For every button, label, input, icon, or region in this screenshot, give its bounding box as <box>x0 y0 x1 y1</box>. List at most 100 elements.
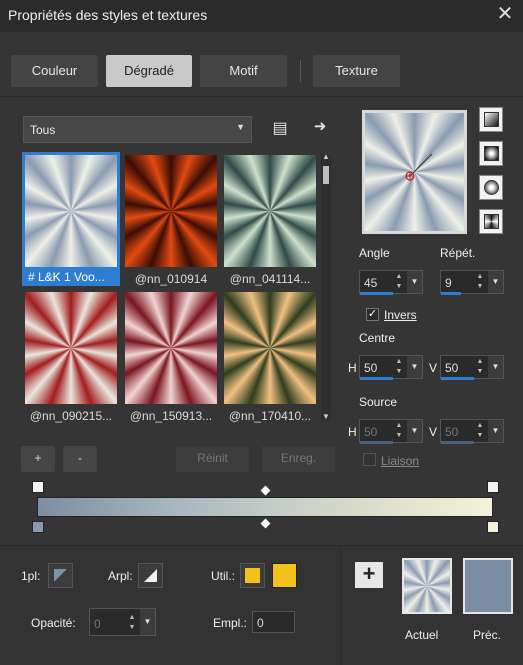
tab-separator <box>300 60 301 82</box>
source-label: Source <box>359 395 398 409</box>
angle-spinner[interactable]: 45 ▲ ▼ ▼ <box>359 270 423 295</box>
current-preview-image <box>404 560 450 612</box>
spin-arrows-icon[interactable]: ▲ ▼ <box>473 272 487 292</box>
arrplan-mode-button[interactable] <box>138 563 163 588</box>
tab-degrade[interactable]: Dégradé <box>106 55 192 87</box>
gradient-thumb[interactable]: @nn_041114... <box>221 152 319 286</box>
centre-v-spinner[interactable]: 50 ▲ ▼ ▼ <box>440 355 504 380</box>
arrplan-gradient-icon <box>144 569 157 582</box>
centre-h-spinner[interactable]: 50 ▲ ▼ ▼ <box>359 355 423 380</box>
divider <box>340 546 341 665</box>
spin-arrows-icon[interactable]: ▲ ▼ <box>392 421 406 441</box>
color-stop-top-left[interactable] <box>32 481 44 493</box>
invert-checkbox[interactable]: ✓ <box>366 308 379 321</box>
util-label: Util.: <box>211 569 235 583</box>
spin-arrows-icon[interactable]: ▲ ▼ <box>392 357 406 377</box>
add-icon[interactable]: + <box>355 562 383 588</box>
midpoint-marker-bottom[interactable] <box>260 518 271 529</box>
rectangular-gradient-icon[interactable] <box>479 141 503 166</box>
util-color-swatch-large[interactable] <box>272 563 297 588</box>
gradient-preview-image <box>125 155 217 267</box>
save-button[interactable]: Enreg. <box>262 446 335 472</box>
previous-preview[interactable] <box>463 558 513 614</box>
opacity-spinner[interactable]: 0 ▲ ▼ ▼ <box>89 608 156 636</box>
category-dropdown[interactable]: Tous ▼ <box>23 116 252 143</box>
tab-motif[interactable]: Motif <box>200 55 287 87</box>
centre-h-label: H <box>348 361 357 375</box>
chevron-down-icon[interactable]: ▼ <box>488 356 503 378</box>
category-dropdown-value: Tous <box>30 123 56 137</box>
current-label: Actuel <box>405 628 439 642</box>
sunburst-gradient-icon[interactable] <box>479 209 503 234</box>
chevron-down-icon[interactable]: ▼ <box>407 420 422 442</box>
color-stop-top-right[interactable] <box>487 481 499 493</box>
gradient-preview[interactable] <box>362 110 467 234</box>
linear-gradient-icon[interactable] <box>479 107 503 132</box>
chevron-down-icon[interactable]: ▼ <box>140 609 155 635</box>
reset-button[interactable]: Réinit <box>176 446 249 472</box>
tab-couleur[interactable]: Couleur <box>11 55 98 87</box>
angle-value: 45 <box>364 276 378 290</box>
scrollbar-thumb[interactable] <box>323 166 329 184</box>
remove-gradient-button[interactable]: - <box>63 446 97 472</box>
chevron-down-icon[interactable]: ▼ <box>488 271 503 293</box>
previous-preview-swatch <box>465 560 511 612</box>
radial-gradient-icon[interactable] <box>479 175 503 200</box>
spin-arrows-icon[interactable]: ▲ ▼ <box>392 272 406 292</box>
gradient-caption: # L&K 1 Voo... <box>22 268 120 286</box>
close-icon[interactable]: ✕ <box>494 4 516 26</box>
centre-v-value: 50 <box>445 361 459 375</box>
source-v-slider-fill <box>441 441 474 444</box>
spin-arrows-icon[interactable]: ▲ ▼ <box>473 421 487 441</box>
gallery-scrollbar[interactable] <box>321 155 331 420</box>
source-h-slider-fill <box>360 441 393 444</box>
util-color-swatch <box>245 568 260 583</box>
gradient-caption: @nn_170410... <box>228 409 312 423</box>
centre-h-slider-fill <box>360 377 393 380</box>
gradient-thumb[interactable]: @nn_090215... <box>22 289 120 423</box>
centre-label: Centre <box>359 331 396 345</box>
first-plan-mode-button[interactable] <box>48 563 73 588</box>
color-stop-bottom-right[interactable] <box>487 521 499 533</box>
source-v-label: V <box>429 425 438 439</box>
scroll-down-icon[interactable]: ▼ <box>321 412 331 422</box>
empl-label: Empl.: <box>213 616 248 630</box>
gradient-caption: @nn_041114... <box>229 272 311 286</box>
midpoint-marker-top[interactable] <box>260 485 271 496</box>
chevron-down-icon[interactable]: ▼ <box>407 356 422 378</box>
gradient-thumb[interactable]: @nn_150913... <box>122 289 220 423</box>
arrow-right-icon[interactable]: ➜ <box>309 116 331 138</box>
util-swatch-box[interactable] <box>240 563 265 588</box>
chevron-down-icon: ▼ <box>236 122 245 132</box>
centre-v-slider-fill <box>441 377 474 380</box>
link-checkbox[interactable] <box>363 453 376 466</box>
opacity-label: Opacité: <box>31 616 76 630</box>
repeat-spinner[interactable]: 9 ▲ ▼ ▼ <box>440 270 504 295</box>
color-stop-bottom-left[interactable] <box>32 521 44 533</box>
chevron-down-icon[interactable]: ▼ <box>488 420 503 442</box>
gradient-thumb[interactable]: # L&K 1 Voo... <box>22 152 120 286</box>
gradient-gallery: # L&K 1 Voo... @nn_010914 @nn_041114... … <box>22 152 320 423</box>
spin-arrows-icon[interactable]: ▲ ▼ <box>125 613 139 633</box>
source-h-spinner[interactable]: 50 ▲ ▼ ▼ <box>359 419 423 444</box>
source-v-spinner[interactable]: 50 ▲ ▼ ▼ <box>440 419 504 444</box>
empl-input[interactable]: 0 <box>252 611 295 633</box>
spin-arrows-icon[interactable]: ▲ ▼ <box>473 357 487 377</box>
menu-icon[interactable]: ▤ <box>269 118 291 140</box>
gradient-angle-handle[interactable] <box>404 146 444 186</box>
source-h-value: 50 <box>364 425 378 439</box>
divider <box>0 96 523 97</box>
chevron-down-icon[interactable]: ▼ <box>407 271 422 293</box>
current-preview[interactable] <box>402 558 452 614</box>
add-gradient-button[interactable]: + <box>21 446 55 472</box>
repeat-slider-fill <box>441 292 461 295</box>
gradient-editor-bar[interactable] <box>37 497 493 517</box>
gradient-thumb[interactable]: @nn_170410... <box>221 289 319 423</box>
opacity-value: 0 <box>94 617 101 631</box>
invert-label: Invers <box>384 308 417 322</box>
tab-texture[interactable]: Texture <box>313 55 400 87</box>
scroll-up-icon[interactable]: ▲ <box>321 152 331 162</box>
centre-v-label: V <box>429 361 438 375</box>
gradient-thumb[interactable]: @nn_010914 <box>122 152 220 286</box>
source-v-value: 50 <box>445 425 459 439</box>
